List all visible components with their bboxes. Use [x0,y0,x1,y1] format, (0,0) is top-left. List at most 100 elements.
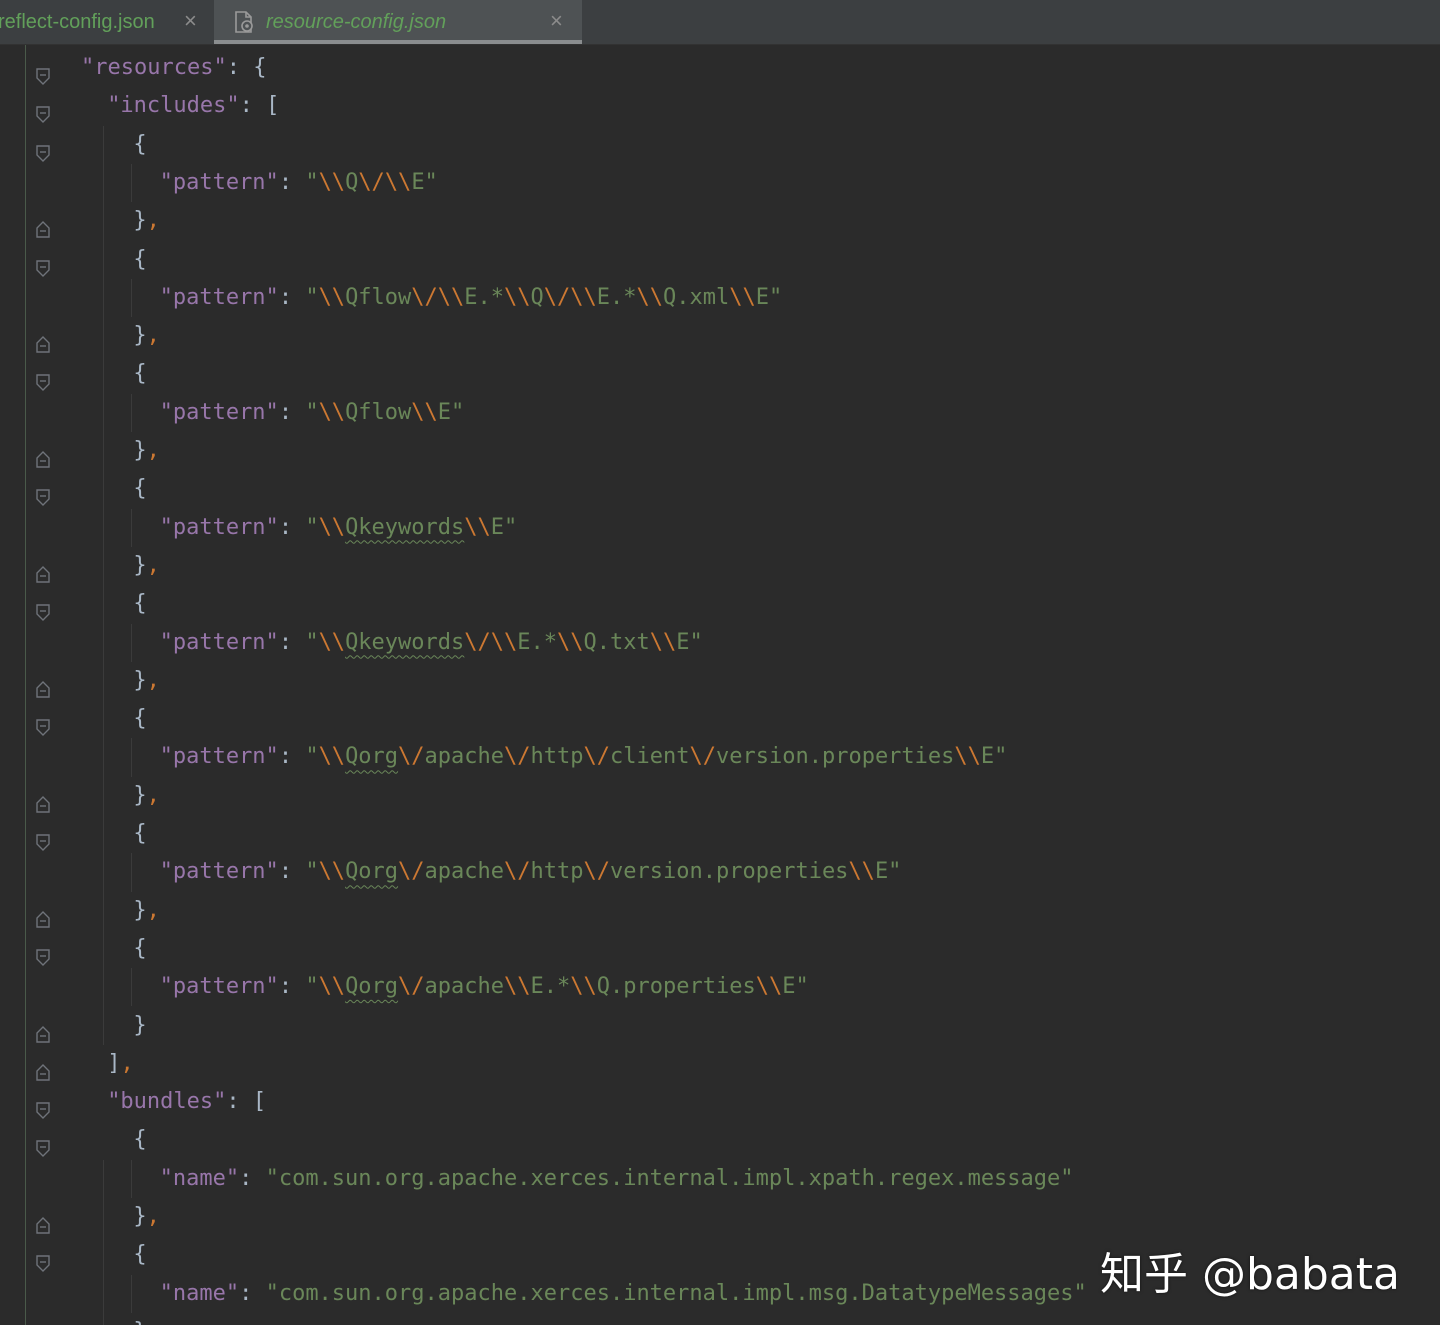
code-line[interactable]: } [0,1007,1440,1045]
code-token: E" [411,169,438,195]
indent-guide [131,163,133,203]
code-token: \/ [504,859,531,885]
code-line[interactable]: }, [0,432,1440,470]
fold-expand-icon[interactable] [35,1247,51,1273]
code-line[interactable]: "pattern": "\\Q\/\\E" [0,164,1440,202]
fold-collapse-icon[interactable] [35,788,51,813]
fold-collapse-icon[interactable] [35,1209,51,1234]
fold-collapse-icon[interactable] [35,328,51,353]
code-line[interactable]: { [0,815,1440,853]
code-text: "includes": [ [107,87,279,125]
code-line[interactable]: { [0,700,1440,738]
code-line[interactable]: }, [0,1198,1440,1236]
code-token: E" [782,974,809,1000]
code-token: \\ [649,629,677,655]
code-text: "pattern": "\\Qorg\/apache\/http\/client… [160,738,1008,776]
code-line[interactable]: }, [0,662,1440,700]
code-text: }, [133,1313,160,1325]
code-token: "pattern" [159,169,279,195]
tab-reflect-config[interactable]: reflect-config.json × [0,0,212,44]
fold-expand-icon[interactable] [35,1094,51,1120]
code-line[interactable]: "includes": [ [0,87,1440,125]
fold-collapse-icon[interactable] [35,1056,51,1081]
code-token: version.properties [716,744,955,770]
code-line[interactable]: "pattern": "\\Qorg\/apache\/http\/client… [0,738,1440,776]
fold-expand-icon[interactable] [35,826,51,851]
code-line[interactable]: "pattern": "\\Qkeywords\/\\E.*\\Q.txt\\E… [0,624,1440,662]
code-line[interactable]: "pattern": "\\Qkeywords\\E" [0,509,1440,547]
code-editor[interactable]: "resources": {"includes": [{"pattern": "… [0,45,1440,1325]
code-token: , [146,323,160,349]
code-token: \\ [954,744,981,770]
code-line[interactable]: }, [0,1313,1440,1325]
code-line[interactable]: }, [0,547,1440,585]
code-line[interactable]: { [0,355,1440,393]
tab-resource-config[interactable]: resource-config.json × [214,0,582,44]
code-token: } [133,323,147,349]
fold-expand-icon[interactable] [35,252,51,277]
code-token: "bundles" [107,1089,227,1115]
code-token: "pattern" [159,629,279,655]
fold-expand-icon[interactable] [35,596,51,622]
code-token: , [146,208,160,234]
code-line[interactable]: }, [0,892,1440,930]
indent-guide [131,853,133,892]
fold-expand-icon[interactable] [35,1132,51,1158]
code-token: Q [345,169,359,195]
code-line[interactable]: "name": "com.sun.org.apache.xerces.inter… [0,1160,1440,1198]
code-line[interactable]: "pattern": "\\Qorg\/apache\/http\/versio… [0,853,1440,891]
code-line[interactable]: { [0,470,1440,508]
code-token: E.* [517,629,558,655]
code-line[interactable]: "pattern": "\\Qorg\/apache\\E.*\\Q.prope… [0,968,1440,1006]
code-token: Qkeywords [345,514,465,540]
code-line[interactable]: }, [0,202,1440,240]
code-text: "pattern": "\\Qkeywords\\E" [160,509,518,547]
code-token: \\ [729,284,756,310]
close-icon[interactable]: × [184,10,197,32]
code-line[interactable]: "bundles": [ [0,1083,1440,1121]
code-line[interactable]: "pattern": "\\Qflow\\E" [0,394,1440,432]
fold-expand-icon[interactable] [35,941,51,966]
fold-collapse-icon[interactable] [35,673,51,698]
code-text: "pattern": "\\Qflow\/\\E.*\\Q\/\\E.*\\Q.… [160,279,783,317]
fold-expand-icon[interactable] [35,366,51,392]
code-token: " [305,169,319,195]
code-text: { [133,585,146,623]
fold-collapse-icon[interactable] [35,558,51,583]
code-text: ], [107,1045,134,1083]
code-text: { [133,241,146,279]
code-token: "name" [159,1165,240,1191]
code-line[interactable]: "pattern": "\\Qflow\/\\E.*\\Q\/\\E.*\\Q.… [0,279,1440,317]
code-token: \\ [504,284,531,310]
code-line[interactable]: { [0,241,1440,279]
fold-expand-icon[interactable] [35,60,51,85]
code-token: \/ [464,629,491,655]
indent-guide [131,1274,133,1313]
code-token: : [278,169,306,195]
code-line[interactable]: { [0,585,1440,623]
code-line[interactable]: { [0,1121,1440,1159]
fold-expand-icon[interactable] [35,481,51,507]
fold-collapse-icon[interactable] [35,903,51,928]
code-line[interactable]: { [0,126,1440,164]
fold-collapse-icon[interactable] [35,443,51,468]
code-line[interactable]: "resources": { [0,49,1440,87]
editor-tab-bar: reflect-config.json × resource-config.js… [0,0,1440,45]
close-icon[interactable]: × [550,10,563,32]
fold-expand-icon[interactable] [35,98,51,124]
code-line[interactable]: }, [0,777,1440,815]
code-line[interactable]: ], [0,1045,1440,1083]
code-token: "pattern" [159,744,279,770]
fold-expand-icon[interactable] [35,137,51,162]
code-token: \\ [570,284,597,310]
code-token: E" [980,744,1008,770]
fold-collapse-icon[interactable] [35,1018,51,1043]
code-token: \\ [318,399,346,425]
fold-expand-icon[interactable] [35,711,51,737]
code-token: , [146,1204,160,1229]
code-line[interactable]: }, [0,317,1440,355]
code-line[interactable]: { [0,930,1440,968]
code-token: { [133,1242,147,1268]
fold-collapse-icon[interactable] [35,213,51,238]
code-text: }, [133,202,160,240]
